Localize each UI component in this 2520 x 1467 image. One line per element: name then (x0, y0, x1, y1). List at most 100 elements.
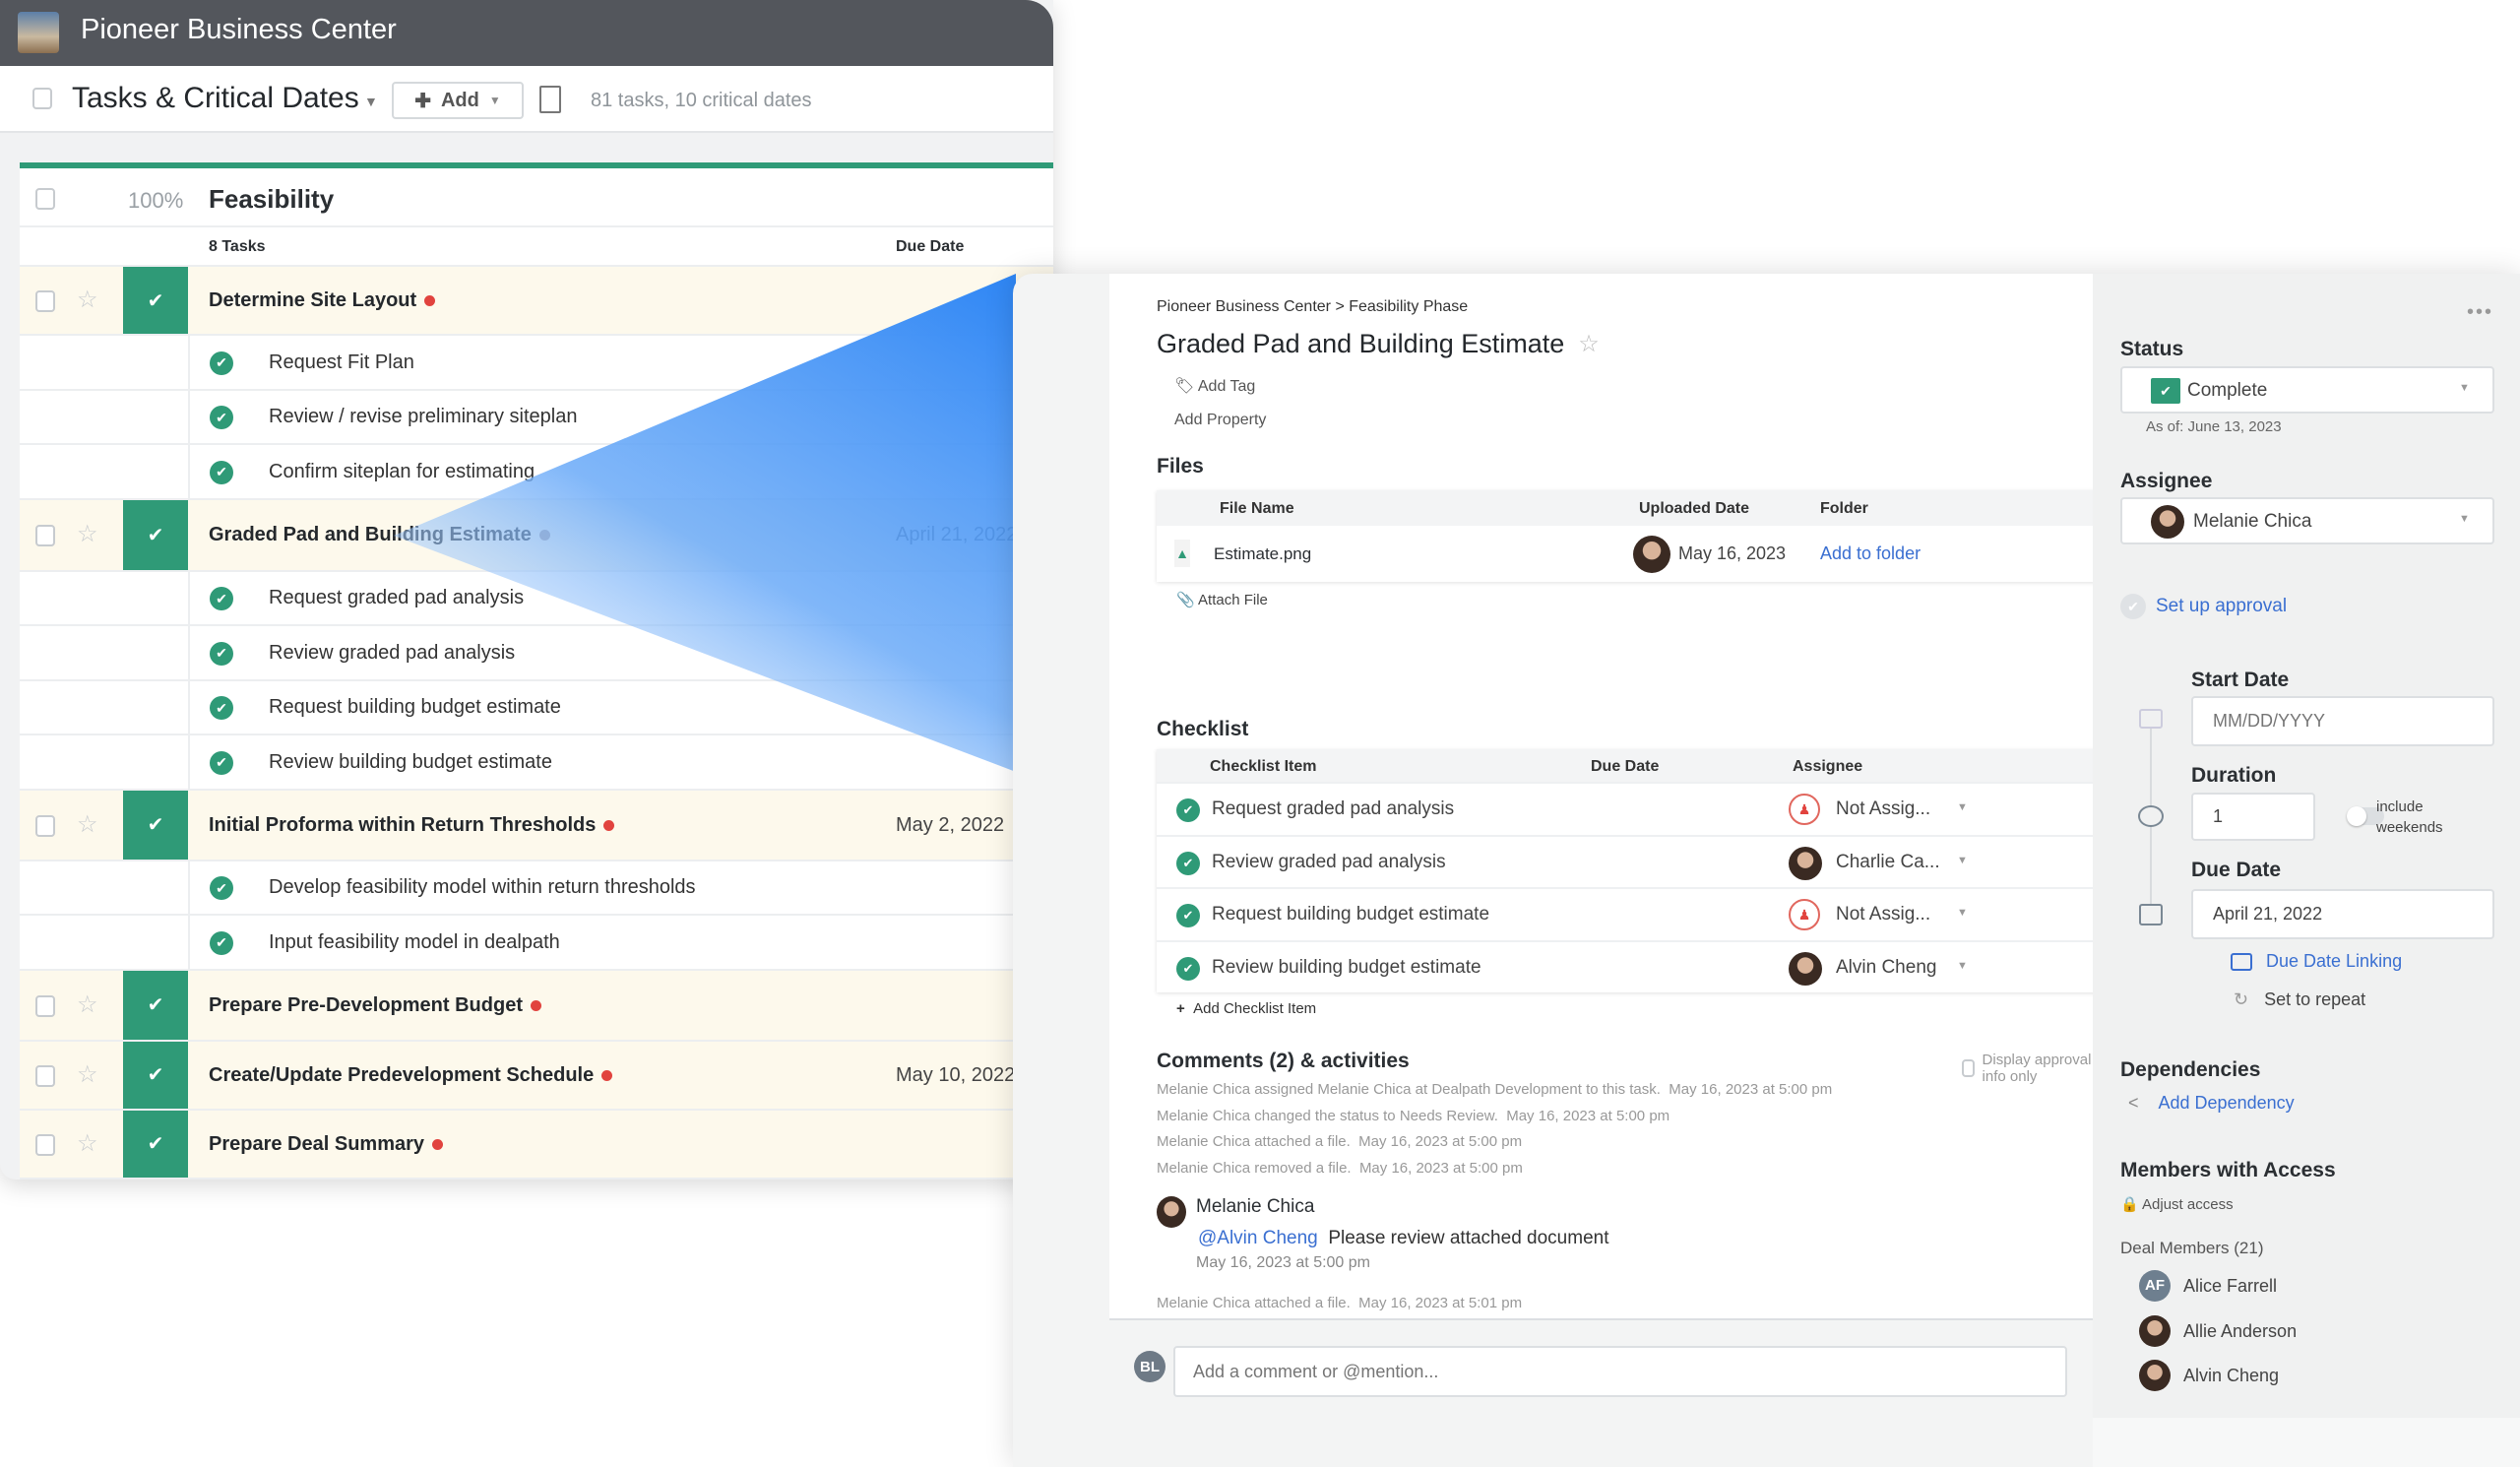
subtask-row[interactable]: ✔ Request building budget estimate (20, 680, 1053, 735)
add-button[interactable]: ✚ Add ▼ (392, 82, 524, 119)
subtask-row[interactable]: ✔ Review / revise preliminary siteplan (20, 390, 1053, 445)
member-name[interactable]: Alice Farrell (2183, 1276, 2277, 1297)
star-icon[interactable]: ☆ (77, 520, 98, 548)
chevron-down-icon[interactable]: ▼ (364, 94, 378, 109)
checklist-assignee[interactable]: Alvin Cheng (1836, 957, 1936, 979)
column-header: 8 Tasks Due Date (20, 227, 1053, 267)
task-checkbox[interactable] (35, 1133, 55, 1156)
subtask-row[interactable]: ✔ Input feasibility model in dealpath (20, 916, 1053, 971)
status-complete-icon[interactable]: ✔ (123, 1110, 188, 1178)
check-circle-icon[interactable]: ✔ (210, 406, 233, 430)
task-name[interactable]: Create/Update Predevelopment Schedule (209, 1064, 613, 1087)
checklist-row[interactable]: ✔ Review building budget estimate Alvin Ch… (1157, 939, 2097, 992)
select-all-checkbox[interactable] (32, 88, 52, 109)
assignee-select[interactable]: Melanie Chica ▼ (2120, 497, 2494, 544)
task-name[interactable]: Prepare Deal Summary (209, 1133, 444, 1156)
due-date-linking-button[interactable]: Due Date Linking (2231, 951, 2402, 972)
duration-input[interactable]: 1 (2191, 793, 2315, 841)
check-circle-icon[interactable]: ✔ (1176, 956, 1200, 981)
subtask-row[interactable]: ✔ Review graded pad analysis (20, 626, 1053, 681)
subtask-row[interactable]: ✔ Confirm siteplan for estimating (20, 445, 1053, 500)
check-circle-icon[interactable]: ✔ (210, 351, 233, 375)
checklist-row[interactable]: ✔ Request building budget estimate ♟ Not As… (1157, 887, 2097, 939)
comment-input[interactable] (1173, 1346, 2067, 1397)
file-name[interactable]: Estimate.png (1214, 544, 1311, 564)
adjust-access-button[interactable]: 🔒 Adjust access (2120, 1195, 2234, 1213)
task-row[interactable]: ☆ ✔ Prepare Deal Summary (20, 1110, 1053, 1180)
check-circle-icon[interactable]: ✔ (210, 460, 233, 484)
report-icon[interactable] (539, 86, 561, 113)
status-complete-icon[interactable]: ✔ (123, 267, 188, 334)
member-name[interactable]: Allie Anderson (2183, 1321, 2297, 1342)
add-checklist-item-button[interactable]: + Add Checklist Item (1176, 1000, 1316, 1017)
check-circle-icon[interactable]: ✔ (210, 641, 233, 666)
task-name[interactable]: Prepare Pre-Development Budget (209, 994, 541, 1017)
start-date-input[interactable] (2191, 696, 2494, 746)
assignee-label: Assignee (2120, 470, 2213, 492)
task-checkbox[interactable] (35, 525, 55, 546)
phase-checkbox[interactable] (35, 188, 55, 210)
task-checkbox[interactable] (35, 1064, 55, 1087)
checklist-row[interactable]: ✔ Review graded pad analysis Charlie Ca...… (1157, 834, 2097, 887)
task-row[interactable]: ☆ ✔ Create/Update Predevelopment Schedule M… (20, 1041, 1053, 1111)
task-name[interactable]: Graded Pad and Building Estimate (209, 524, 550, 546)
due-date-input[interactable]: April 21, 2022 (2191, 889, 2494, 939)
approval-only-toggle[interactable]: Display approval info only (1962, 1052, 2093, 1085)
approval-only-checkbox[interactable] (1962, 1059, 1975, 1077)
check-circle-icon[interactable]: ✔ (1176, 798, 1200, 822)
task-row[interactable]: ☆ ✔ Determine Site Layout (20, 267, 1053, 336)
check-circle-icon[interactable]: ✔ (210, 876, 233, 901)
subtask-row[interactable]: ✔ Request Fit Plan (20, 336, 1053, 391)
task-name[interactable]: Determine Site Layout (209, 289, 436, 312)
file-row[interactable]: ▲ Estimate.png May 16, 2023 Add to folde… (1157, 526, 2097, 582)
task-row[interactable]: ☆ ✔ Initial Proforma within Return Thresho… (20, 790, 1053, 861)
star-icon[interactable]: ☆ (77, 990, 98, 1019)
task-name[interactable]: Initial Proforma within Return Threshold… (209, 814, 615, 837)
set-up-approval-button[interactable]: ✔ Set up approval (2120, 594, 2287, 619)
chevron-down-icon[interactable]: ▼ (1957, 855, 1968, 866)
task-checkbox[interactable] (35, 994, 55, 1017)
task-row[interactable]: ☆ ✔ Graded Pad and Building Estimate April … (20, 499, 1053, 572)
breadcrumb-phase[interactable]: Feasibility Phase (1349, 298, 1468, 315)
view-title[interactable]: Tasks & Critical Dates (72, 82, 359, 115)
check-circle-icon[interactable]: ✔ (1176, 904, 1200, 927)
status-complete-icon[interactable]: ✔ (123, 790, 188, 860)
add-dependency-button[interactable]: < Add Dependency (2128, 1093, 2295, 1114)
status-complete-icon[interactable]: ✔ (123, 970, 188, 1040)
add-to-folder-link[interactable]: Add to folder (1820, 543, 1921, 564)
set-to-repeat-button[interactable]: ↻ Set to repeat (2234, 989, 2365, 1010)
subtask-row[interactable]: ✔ Review building budget estimate (20, 735, 1053, 791)
chevron-down-icon[interactable]: ▼ (1957, 907, 1968, 919)
attach-file-button[interactable]: 📎 Attach File (1176, 591, 1268, 608)
checklist-assignee[interactable]: Not Assig... (1836, 798, 1930, 820)
star-icon[interactable]: ☆ (77, 810, 98, 839)
breadcrumb-project[interactable]: Pioneer Business Center (1157, 298, 1331, 315)
add-property-button[interactable]: Add Property (1174, 412, 1266, 429)
checklist-assignee[interactable]: Not Assig... (1836, 904, 1930, 925)
task-checkbox[interactable] (35, 814, 55, 837)
status-complete-icon[interactable]: ✔ (123, 1041, 188, 1109)
check-circle-icon[interactable]: ✔ (210, 750, 233, 775)
add-tag-button[interactable]: 🏷 Add Tag (1174, 376, 1255, 396)
member-name[interactable]: Alvin Cheng (2183, 1366, 2279, 1386)
check-circle-icon[interactable]: ✔ (210, 587, 233, 611)
star-icon[interactable]: ☆ (1578, 330, 1600, 358)
task-checkbox[interactable] (35, 290, 55, 312)
check-circle-icon[interactable]: ✔ (210, 930, 233, 955)
mention-link[interactable]: @Alvin Cheng (1198, 1228, 1318, 1248)
chevron-down-icon[interactable]: ▼ (1957, 801, 1968, 813)
checklist-row[interactable]: ✔ Request graded pad analysis ♟ Not Assig..… (1157, 782, 2097, 834)
status-complete-icon[interactable]: ✔ (123, 499, 188, 570)
star-icon[interactable]: ☆ (77, 1060, 98, 1089)
checklist-assignee[interactable]: Charlie Ca... (1836, 852, 1940, 873)
status-select[interactable]: ✔ Complete ▼ (2120, 366, 2494, 414)
task-row[interactable]: ☆ ✔ Prepare Pre-Development Budget (20, 970, 1053, 1042)
subtask-row[interactable]: ✔ Develop feasibility model within return… (20, 861, 1053, 916)
star-icon[interactable]: ☆ (77, 286, 98, 314)
chevron-down-icon[interactable]: ▼ (1957, 960, 1968, 972)
subtask-row[interactable]: ✔ Request graded pad analysis (20, 571, 1053, 626)
more-options-icon[interactable]: ••• (2467, 301, 2493, 324)
star-icon[interactable]: ☆ (77, 1129, 98, 1158)
check-circle-icon[interactable]: ✔ (210, 696, 233, 721)
check-circle-icon[interactable]: ✔ (1176, 851, 1200, 875)
